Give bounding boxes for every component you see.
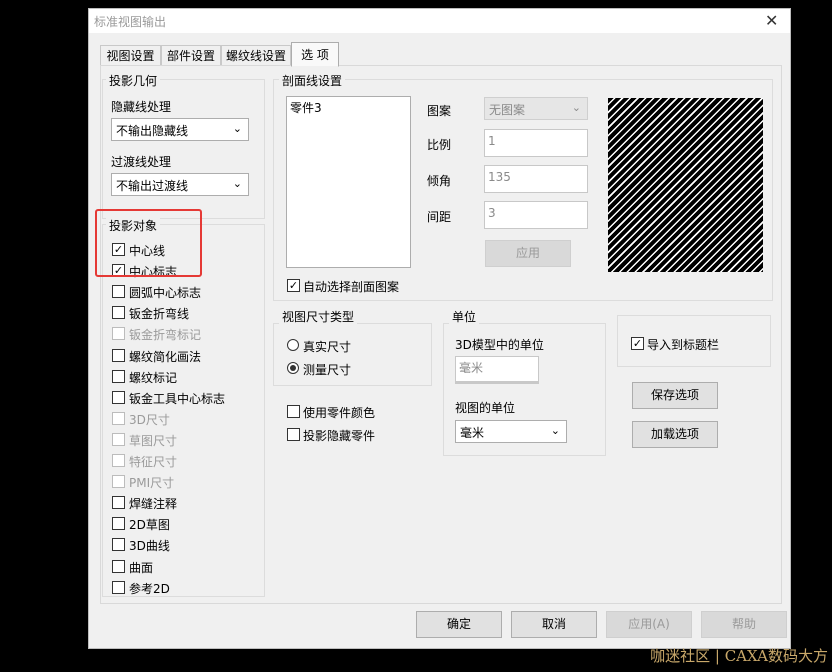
dimension-type-group — [273, 323, 432, 386]
apply-button[interactable]: 应用(A) — [606, 611, 692, 638]
transition-line-select[interactable]: 不输出过渡线 ⌄ — [111, 173, 249, 196]
use-part-color-label: 使用零件颜色 — [303, 406, 376, 420]
hidden-line-select[interactable]: 不输出隐藏线 ⌄ — [111, 118, 249, 141]
section-apply-button[interactable]: 应用 — [485, 240, 571, 267]
view-unit-select[interactable]: 毫米 ⌄ — [455, 420, 567, 443]
projection-objects-group — [102, 224, 265, 597]
projection-object-checkbox — [112, 412, 125, 425]
angle-label: 倾角 — [427, 174, 452, 188]
help-button[interactable]: 帮助 — [701, 611, 787, 638]
projection-object-label: 螺纹简化画法 — [129, 350, 202, 364]
auto-select-label: 自动选择剖面图案 — [303, 280, 400, 294]
project-hidden-parts-label: 投影隐藏零件 — [303, 429, 376, 443]
tab-part-settings[interactable]: 部件设置 — [161, 45, 221, 65]
load-options-button[interactable]: 加载选项 — [632, 421, 718, 448]
projection-object-label: PMI尺寸 — [129, 476, 175, 490]
projection-object-checkbox — [112, 475, 125, 488]
dialog-window: 标准视图输出 ✕ 视图设置 部件设置 螺纹线设置 选 项 投影几何 隐藏线处理 … — [88, 8, 791, 649]
projection-object-label: 钣金折弯线 — [129, 307, 190, 321]
projection-object-checkbox[interactable] — [112, 517, 125, 530]
dimension-type-label: 视图尺寸类型 — [279, 308, 358, 325]
tab-label: 视图设置 — [106, 49, 155, 63]
close-icon[interactable]: ✕ — [765, 11, 778, 30]
projection-object-checkbox — [112, 433, 125, 446]
watermark-text: 咖迷社区 | CAXA数码大方 — [650, 647, 828, 665]
pattern-label: 图案 — [427, 104, 452, 118]
projection-object-checkbox — [112, 454, 125, 467]
spacing-field[interactable]: 3 — [484, 201, 588, 229]
chevron-down-icon: ⌄ — [232, 177, 242, 190]
angle-field[interactable]: 135 — [484, 165, 588, 193]
projection-object-checkbox[interactable] — [112, 538, 125, 551]
tab-options[interactable]: 选 项 — [291, 42, 339, 67]
section-line-label: 剖面线设置 — [279, 72, 346, 89]
tab-thread-settings[interactable]: 螺纹线设置 — [221, 45, 291, 65]
pattern-value: 无图案 — [489, 103, 526, 117]
auto-select-checkbox[interactable]: ✓ — [287, 279, 300, 292]
projection-object-label: 钣金折弯标记 — [129, 328, 202, 342]
chevron-down-icon: ⌄ — [550, 424, 560, 437]
scale-label: 比例 — [427, 138, 452, 152]
scale-field[interactable]: 1 — [484, 129, 588, 157]
model-unit-label: 3D模型中的单位 — [455, 338, 544, 352]
view-unit-label: 视图的单位 — [455, 401, 516, 415]
tab-label: 选 项 — [301, 48, 329, 62]
part-list[interactable]: 零件3 — [286, 96, 411, 268]
real-size-label: 真实尺寸 — [303, 340, 352, 354]
save-options-button[interactable]: 保存选项 — [632, 382, 718, 409]
projection-object-checkbox[interactable] — [112, 581, 125, 594]
projection-object-checkbox[interactable] — [112, 285, 125, 298]
project-hidden-parts-checkbox[interactable] — [287, 428, 300, 441]
projection-object-label: 特征尺寸 — [129, 455, 178, 469]
pattern-select[interactable]: 无图案 ⌄ — [484, 97, 588, 120]
import-title-bar-checkbox[interactable]: ✓ — [631, 337, 644, 350]
window-title: 标准视图输出 — [94, 15, 167, 29]
transition-line-value: 不输出过渡线 — [116, 179, 189, 193]
projection-geometry-label: 投影几何 — [106, 72, 161, 89]
real-size-radio[interactable] — [287, 339, 299, 351]
projection-object-label: 曲面 — [129, 561, 154, 575]
projection-object-label: 钣金工具中心标志 — [129, 392, 226, 406]
hatch-pattern-preview — [608, 98, 763, 272]
chevron-down-icon: ⌄ — [232, 122, 242, 135]
model-unit-field: 毫米 — [455, 356, 539, 384]
projection-object-label: 参考2D — [129, 582, 170, 596]
ok-button[interactable]: 确定 — [416, 611, 502, 638]
transition-line-label: 过渡线处理 — [111, 155, 172, 169]
cancel-button[interactable]: 取消 — [511, 611, 597, 638]
radio-dot — [290, 365, 296, 371]
list-item[interactable]: 零件3 — [287, 97, 410, 118]
projection-object-checkbox[interactable] — [112, 496, 125, 509]
title-bar[interactable]: 标准视图输出 ✕ — [89, 9, 790, 33]
spacing-label: 间距 — [427, 210, 452, 224]
hidden-line-value: 不输出隐藏线 — [116, 124, 189, 138]
use-part-color-checkbox[interactable] — [287, 405, 300, 418]
tab-label: 部件设置 — [166, 49, 215, 63]
projection-object-checkbox[interactable] — [112, 560, 125, 573]
projection-object-label: 草图尺寸 — [129, 434, 178, 448]
projection-object-label: 3D曲线 — [129, 539, 170, 553]
hidden-line-label: 隐藏线处理 — [111, 100, 172, 114]
projection-object-checkbox[interactable] — [112, 391, 125, 404]
projection-object-label: 螺纹标记 — [129, 371, 178, 385]
chevron-down-icon: ⌄ — [571, 101, 581, 114]
projection-object-checkbox[interactable] — [112, 349, 125, 362]
projection-object-checkbox — [112, 327, 125, 340]
highlight-annotation-box — [95, 209, 202, 277]
unit-label: 单位 — [449, 308, 480, 325]
tab-view-settings[interactable]: 视图设置 — [100, 45, 161, 65]
projection-object-label: 3D尺寸 — [129, 413, 170, 427]
projection-object-label: 2D草图 — [129, 518, 170, 532]
tab-label: 螺纹线设置 — [225, 49, 286, 63]
projection-object-label: 圆弧中心标志 — [129, 286, 202, 300]
projection-object-checkbox[interactable] — [112, 306, 125, 319]
projection-object-checkbox[interactable] — [112, 370, 125, 383]
view-unit-value: 毫米 — [460, 426, 485, 440]
measured-size-label: 测量尺寸 — [303, 363, 352, 377]
import-title-bar-label: 导入到标题栏 — [647, 338, 720, 352]
projection-object-label: 焊缝注释 — [129, 497, 178, 511]
measured-size-radio[interactable] — [287, 362, 299, 374]
